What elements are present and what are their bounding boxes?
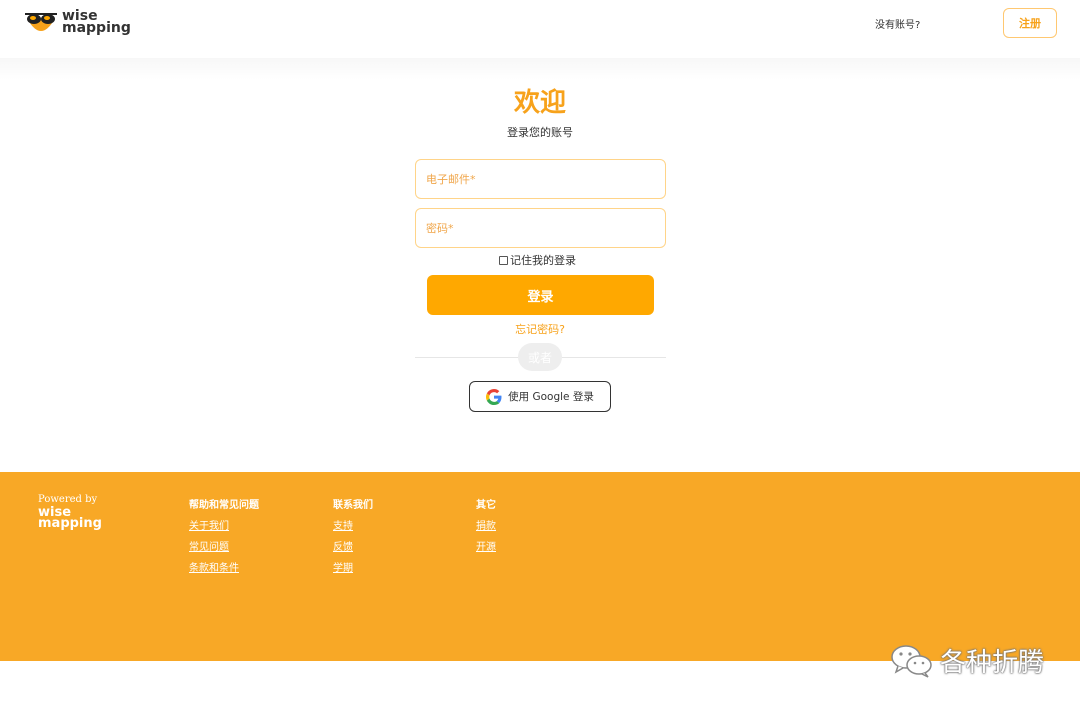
google-icon <box>486 388 502 405</box>
footer-column-title: 其它 <box>476 500 496 511</box>
footer-column-help: 帮助和常见问题 关于我们 常见问题 条款和条件 <box>189 496 259 580</box>
footer-link-terms[interactable]: 条款和条件 <box>189 559 259 574</box>
remember-me[interactable]: 记住我的登录 <box>499 252 576 268</box>
forgot-password-link[interactable]: 忘记密码? <box>0 321 1080 337</box>
google-login-button[interactable]: 使用 Google 登录 <box>469 381 611 412</box>
footer-link-semester[interactable]: 学期 <box>333 559 373 574</box>
login-button[interactable]: 登录 <box>427 275 654 315</box>
password-input[interactable] <box>416 209 665 247</box>
watermark-text: 各种折腾 <box>940 648 1045 678</box>
watermark: 各种折腾 <box>890 642 1044 679</box>
footer-link-open-source[interactable]: 开源 <box>476 538 496 553</box>
footer: Powered by wise mapping 帮助和常见问题 关于我们 常见问… <box>0 472 1080 661</box>
password-field[interactable] <box>415 208 666 248</box>
footer-column-title: 联系我们 <box>333 500 373 511</box>
email-field[interactable] <box>415 159 666 199</box>
footer-column-other: 其它 捐款 开源 <box>476 496 496 559</box>
header-shadow <box>0 58 1080 80</box>
footer-link-support[interactable]: 支持 <box>333 517 373 532</box>
wechat-icon <box>891 644 932 678</box>
footer-link-faq[interactable]: 常见问题 <box>189 538 259 553</box>
login-subtitle: 登录您的账号 <box>507 126 573 139</box>
footer-powered-by[interactable]: Powered by wise mapping <box>38 494 102 531</box>
footer-link-donate[interactable]: 捐款 <box>476 517 496 532</box>
powered-by-text: Powered by <box>38 494 98 505</box>
footer-logo-mapping: mapping <box>38 516 102 531</box>
footer-column-contact: 联系我们 支持 反馈 学期 <box>333 496 373 580</box>
top-header: wise mapping 没有账号? 注册 <box>0 0 1080 58</box>
wisemapping-logo[interactable]: wise mapping <box>24 8 131 36</box>
sunglasses-bird-icon <box>25 13 57 31</box>
remember-me-checkbox[interactable] <box>499 255 508 265</box>
forgot-password-label[interactable]: 忘记密码? <box>515 323 565 336</box>
no-account-text: 没有账号? <box>875 20 921 31</box>
remember-me-label: 记住我的登录 <box>510 254 576 267</box>
footer-column-title: 帮助和常见问题 <box>189 500 259 511</box>
footer-link-about[interactable]: 关于我们 <box>189 517 259 532</box>
signup-button[interactable]: 注册 <box>1003 8 1057 38</box>
welcome-title: 欢迎 <box>513 88 566 118</box>
email-input[interactable] <box>416 160 665 198</box>
logo-word-mapping: mapping <box>62 20 131 36</box>
google-login-label: 使用 Google 登录 <box>508 391 594 403</box>
logo-wordmark: wise mapping <box>62 9 131 36</box>
or-divider-label: 或者 <box>518 343 562 371</box>
footer-link-feedback[interactable]: 反馈 <box>333 538 373 553</box>
